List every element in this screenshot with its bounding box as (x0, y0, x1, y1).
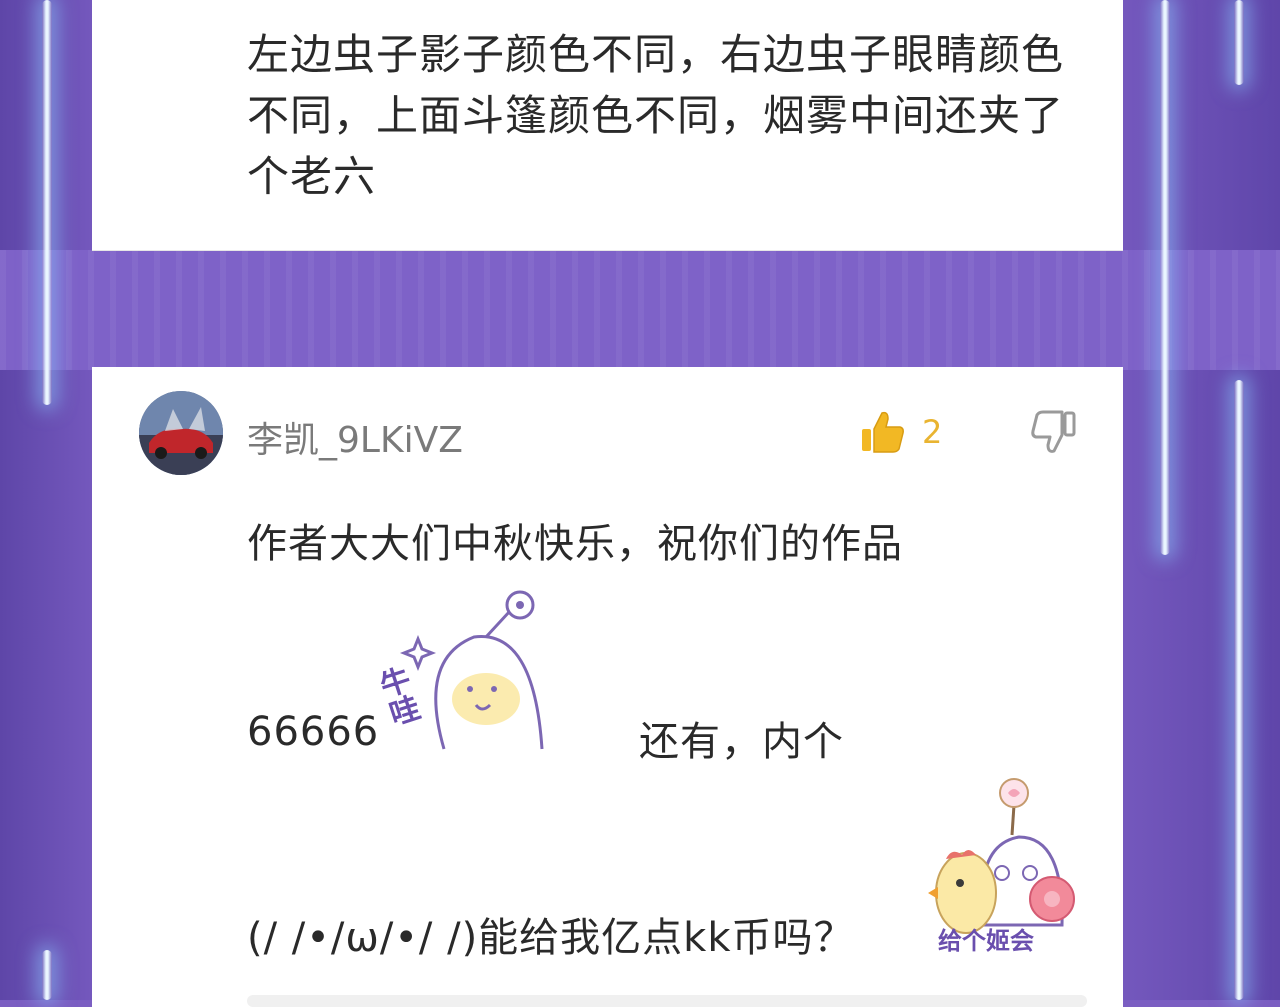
neon-light-right-lower (1234, 380, 1244, 1000)
dislike-button[interactable] (1030, 409, 1076, 455)
sticker-geigejihui-text: 给个姬会 (938, 927, 1034, 955)
comment-text-number: 66666 (247, 709, 380, 755)
sticker-niuwa: 牛哇 (371, 589, 564, 759)
background-band (0, 250, 1280, 370)
neon-light-left (42, 0, 52, 405)
thumbs-down-icon (1031, 410, 1076, 453)
sticker-geigejihui: 给个姬会 (924, 775, 1084, 960)
thumbs-up-icon (862, 411, 904, 453)
comment-card: 李凯_9LKiVZ 2 作者大大们中秋快乐，祝你们的作品 66666 牛哇 还有 (92, 367, 1123, 1007)
comment-text-line-2: 还有，内个 (639, 719, 844, 765)
neon-light-right-top (1234, 0, 1244, 85)
previous-comment-text: 左边虫子影子颜色不同，右边虫子眼睛颜色不同，上面斗篷颜色不同，烟雾中间还夹了个老… (247, 30, 1065, 201)
like-count: 2 (922, 413, 943, 451)
previous-comment-card: 左边虫子影子颜色不同，右边虫子眼睛颜色不同，上面斗篷颜色不同，烟雾中间还夹了个老… (92, 0, 1123, 251)
neon-light-left-lower (42, 950, 52, 1000)
avatar[interactable] (139, 391, 223, 475)
like-button[interactable] (860, 409, 906, 455)
username[interactable]: 李凯_9LKiVZ (247, 411, 463, 463)
reply-preview-bar (247, 995, 1087, 1007)
background-right-panel (1123, 0, 1280, 1000)
comment-text-line-1: 作者大大们中秋快乐，祝你们的作品 (247, 521, 903, 567)
comment-text-line-3: (/ /•/ω/•/ /)能给我亿点kk币吗？ (247, 915, 855, 961)
neon-light-right (1160, 0, 1170, 555)
